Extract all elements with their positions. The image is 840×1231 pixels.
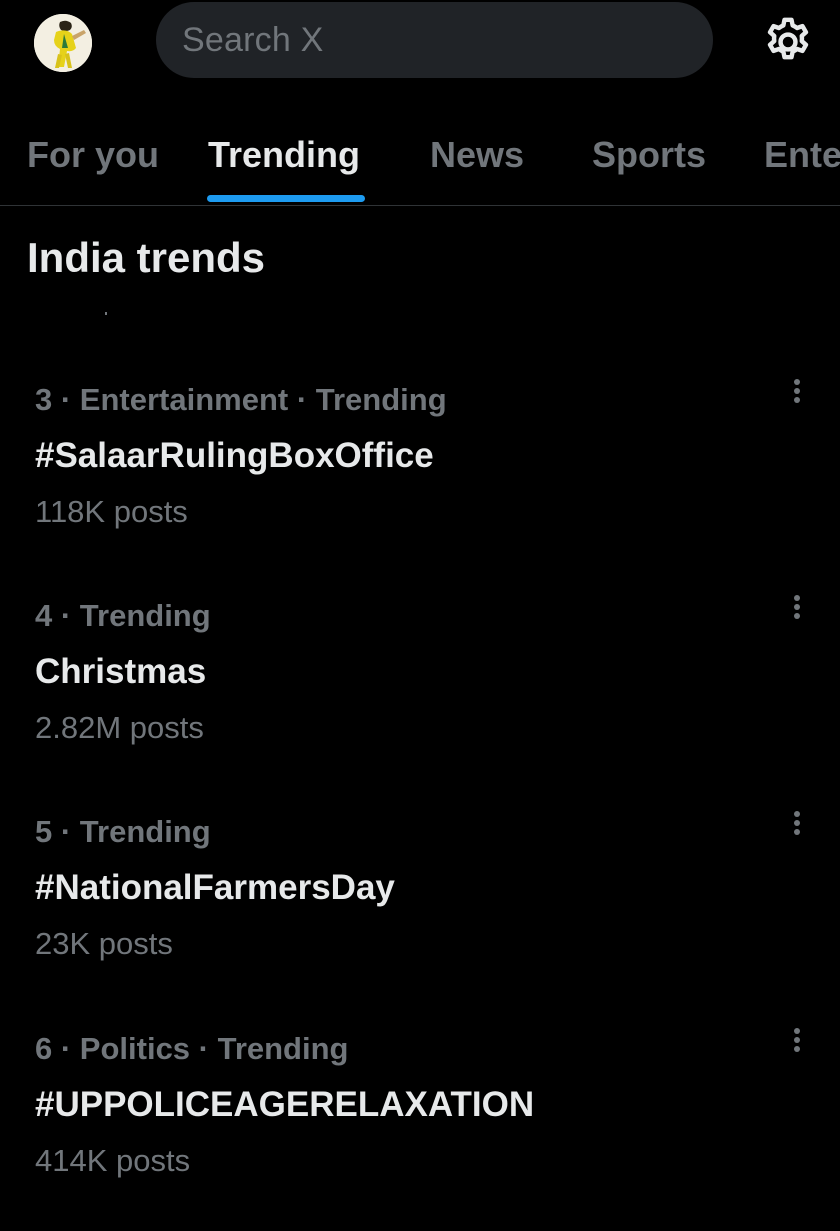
trend-meta: 4 · Trending (35, 598, 211, 633)
trend-post-count: 414K posts (35, 1143, 191, 1178)
trend-post-count: 118K posts (35, 494, 188, 529)
trend-item[interactable]: 4 · Trending Christmas 2.82M posts (0, 595, 840, 798)
tab-entertainment[interactable]: Ente (764, 134, 840, 176)
more-options-button[interactable] (780, 592, 814, 632)
section-title: India trends (27, 234, 266, 281)
tab-news[interactable]: News (430, 134, 524, 176)
trend-meta: 6 · Politics · Trending (35, 1031, 349, 1066)
trend-post-count: 23K posts (35, 926, 173, 961)
more-vertical-icon (794, 1028, 800, 1052)
trend-name: #NationalFarmersDay (35, 868, 395, 907)
explore-tabs: For you Trending News Sports Ente (0, 110, 840, 206)
trend-meta: 5 · Trending (35, 814, 211, 849)
trend-item[interactable]: 3 · Entertainment · Trending #SalaarRuli… (0, 379, 840, 582)
search-placeholder: Search X (182, 20, 324, 59)
more-options-button[interactable] (780, 808, 814, 848)
trend-name: #SalaarRulingBoxOffice (35, 436, 434, 475)
trend-item[interactable]: 6 · Politics · Trending #UPPOLICEAGERELA… (0, 1028, 840, 1231)
tab-trending[interactable]: Trending (208, 134, 360, 176)
tab-for-you[interactable]: For you (27, 134, 159, 176)
avatar-image (34, 14, 92, 72)
trend-post-count: 2.82M posts (35, 710, 204, 745)
more-vertical-icon (794, 595, 800, 619)
trend-meta: 3 · Entertainment · Trending (35, 382, 447, 417)
more-options-button[interactable] (780, 376, 814, 416)
trend-name: #UPPOLICEAGERELAXATION (35, 1085, 535, 1124)
search-input[interactable]: Search X (156, 2, 713, 78)
gear-icon (767, 17, 809, 60)
active-tab-indicator (207, 195, 365, 202)
more-vertical-icon (794, 379, 800, 403)
trend-name: Christmas (35, 652, 207, 691)
divider-dot (105, 312, 107, 315)
top-bar: Search X (0, 0, 840, 90)
tab-sports[interactable]: Sports (592, 134, 706, 176)
more-options-button[interactable] (780, 1025, 814, 1065)
trend-item[interactable]: 5 · Trending #NationalFarmersDay 23K pos… (0, 811, 840, 1014)
more-vertical-icon (794, 811, 800, 835)
settings-button[interactable] (760, 14, 816, 70)
avatar[interactable] (34, 14, 92, 72)
